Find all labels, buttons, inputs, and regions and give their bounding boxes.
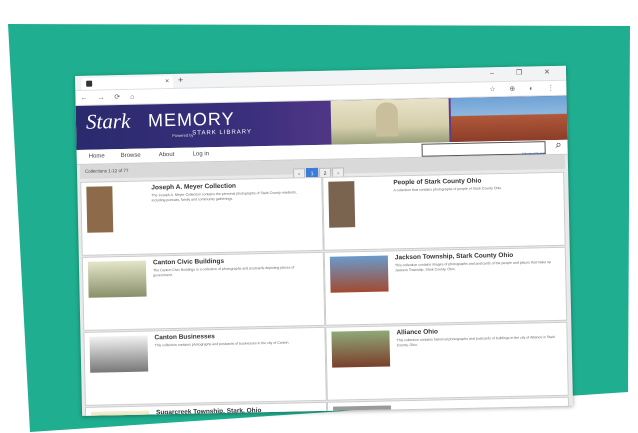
collection-card[interactable]: Canton Civic Buildings The Canton Civic … — [81, 251, 326, 331]
banner-photo-monument — [330, 98, 450, 145]
card-description: The Canton Civic Buildings is a collecti… — [153, 265, 295, 278]
card-description: This collection contains photographs and… — [154, 340, 290, 348]
menu-login[interactable]: Log in — [193, 151, 209, 157]
collection-card[interactable]: Joseph A. Meyer Collection The Joseph A.… — [80, 176, 324, 256]
collection-card[interactable]: People of Stark County Ohio A collection… — [322, 171, 566, 251]
menu-home[interactable]: Home — [89, 153, 105, 159]
close-tab-icon[interactable]: × — [165, 78, 169, 85]
card-title[interactable]: Alliance Ohio — [396, 328, 438, 336]
card-description: This collection contains historical phot… — [396, 335, 556, 348]
menu-browse[interactable]: Browse — [121, 153, 141, 159]
extension-icons[interactable]: ☆ ⊕ ◐ ⋮ — [489, 84, 560, 93]
banner-photo-building — [450, 95, 568, 143]
card-title[interactable]: People of Stark County Ohio — [393, 178, 481, 187]
new-tab-button[interactable]: + — [178, 75, 183, 85]
browser-window: × + – ❐ ✕ ← → ⟳ ⌂ ☆ ⊕ ◐ ⋮ Stark MEMORY P… — [75, 65, 574, 416]
window-controls[interactable]: – ❐ ✕ — [490, 68, 560, 77]
card-description: A collection that contains photographs o… — [393, 186, 503, 193]
card-description: The Joseph A. Meyer Collection contains … — [151, 190, 297, 203]
powered-by-label: Powered by — [172, 132, 194, 138]
card-thumbnail[interactable] — [329, 255, 389, 293]
card-title[interactable]: Joseph A. Meyer Collection — [151, 183, 236, 192]
card-thumbnail[interactable] — [87, 260, 147, 298]
collection-card[interactable]: Alliance Ohio This collection contains h… — [325, 321, 569, 401]
search-icon[interactable]: ⌕ — [555, 139, 561, 152]
results-count: Collections 1-12 of 77 — [84, 167, 129, 174]
stark-library-logo[interactable]: STARK LIBRARY — [192, 129, 252, 136]
card-title[interactable]: Canton Businesses — [154, 333, 214, 341]
card-thumbnail[interactable] — [86, 186, 114, 233]
card-title[interactable]: Jackson Township, Stark County Ohio — [395, 252, 513, 261]
card-thumbnail[interactable] — [328, 181, 356, 228]
favicon-icon — [86, 80, 93, 87]
browser-tab[interactable]: × — [81, 75, 174, 90]
card-title[interactable]: Canton Civic Buildings — [153, 258, 224, 266]
menu-about[interactable]: About — [159, 152, 175, 158]
card-thumbnail[interactable] — [89, 335, 149, 373]
collection-card[interactable]: Jackson Township, Stark County Ohio This… — [323, 246, 568, 326]
nav-buttons[interactable]: ← → ⟳ ⌂ — [80, 93, 138, 102]
card-description: This collection contains images of photo… — [394, 260, 552, 273]
logo-stark[interactable]: Stark — [86, 109, 131, 135]
collection-card[interactable]: Canton Businesses This collection contai… — [83, 326, 327, 406]
card-thumbnail[interactable] — [331, 330, 391, 368]
logo-memory[interactable]: MEMORY — [148, 109, 235, 132]
